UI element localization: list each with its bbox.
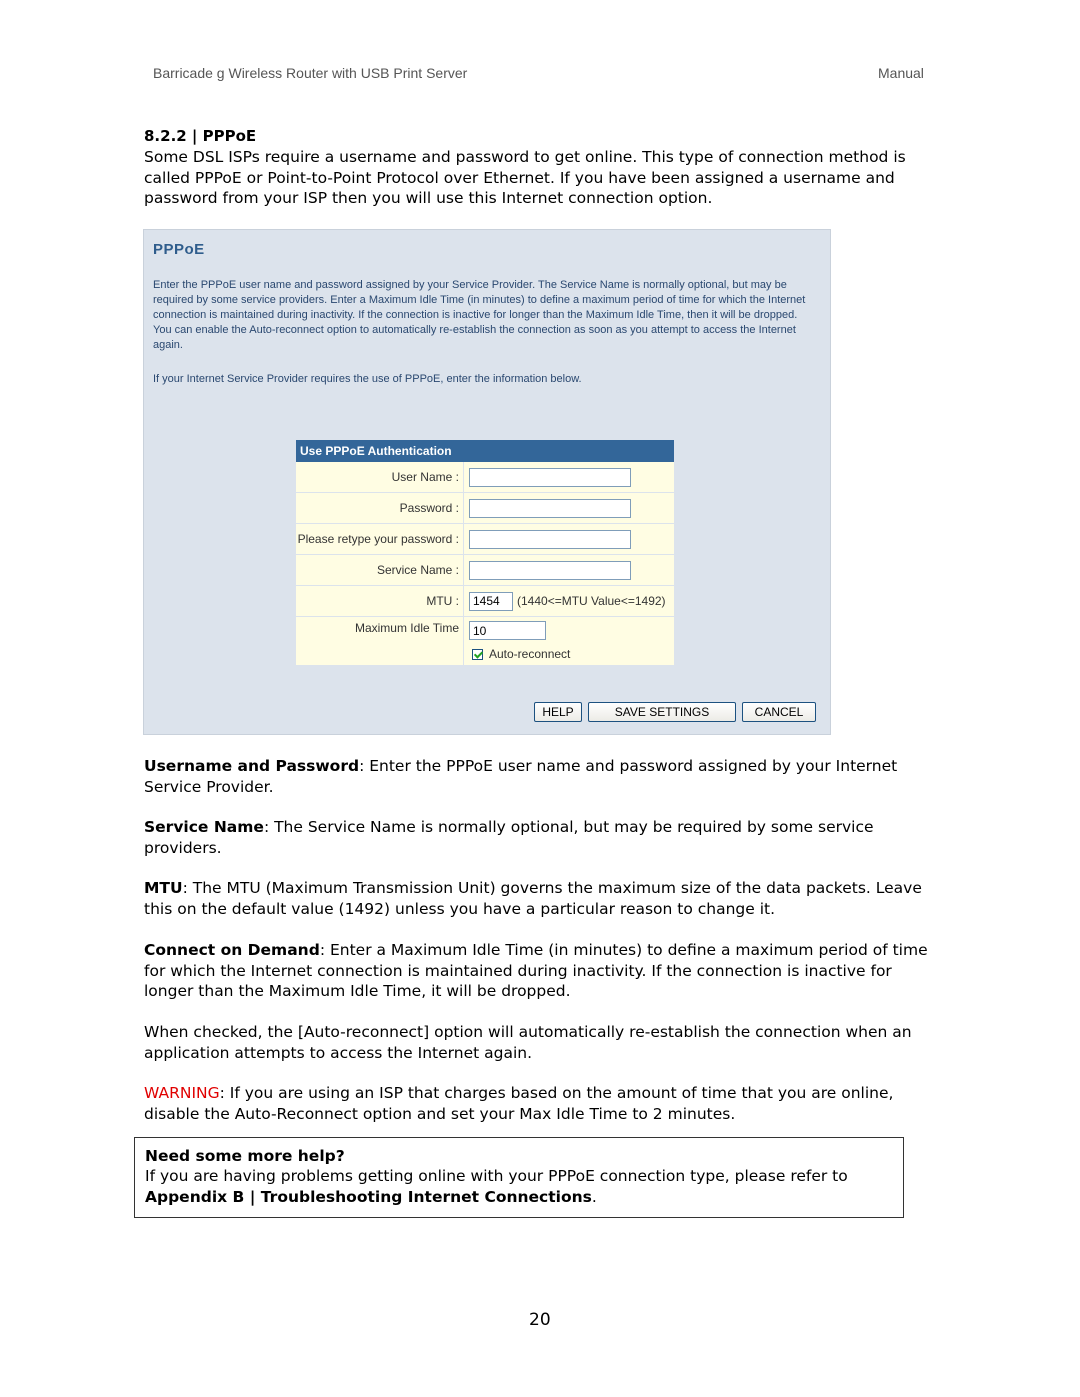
auto-reconnect-option[interactable]: Auto-reconnect [472,647,570,661]
running-header-title: Barricade g Wireless Router with USB Pri… [153,65,468,81]
appendix-link[interactable]: Appendix B | Troubleshooting Internet Co… [145,1188,592,1206]
cancel-button[interactable]: CANCEL [742,702,816,722]
password-row: Password : [296,493,674,524]
help-box-text: If you are having problems getting onlin… [145,1167,848,1185]
panel-description: Enter the PPPoE user name and password a… [153,279,806,351]
save-settings-button[interactable]: SAVE SETTINGS [588,702,736,722]
warning-label: WARNING [144,1084,220,1102]
idle-time-input[interactable] [469,621,546,640]
desc-term: MTU [144,879,183,897]
help-box-title: Need some more help? [145,1147,345,1165]
password-input[interactable] [469,498,631,518]
mtu-label: MTU : [296,586,464,616]
warning-text: : If you are using an ISP that charges b… [144,1084,894,1123]
desc-mtu: MTU: The MTU (Maximum Transmission Unit)… [144,878,944,919]
pppoe-settings-screenshot: PPPoE Enter the PPPoE user name and pass… [143,229,831,735]
help-box-reference: Appendix B | Troubleshooting Internet Co… [145,1188,597,1206]
desc-username-password: Username and Password: Enter the PPPoE u… [144,756,904,797]
auto-reconnect-checkbox[interactable] [472,648,483,660]
pppoe-auth-form: Use PPPoE Authentication User Name : Pas… [296,440,674,666]
desc-term: Username and Password [144,757,360,775]
panel-note: If your Internet Service Provider requir… [153,373,582,385]
user-name-input[interactable] [469,467,631,487]
retype-password-input[interactable] [469,529,631,549]
section-intro: Some DSL ISPs require a username and pas… [144,148,906,207]
mtu-input[interactable] [469,591,513,611]
retype-password-label: Please retype your password : [296,524,464,554]
help-box: Need some more help? If you are having p… [134,1137,904,1218]
service-name-label: Service Name : [296,555,464,585]
panel-title: PPPoE [153,241,205,258]
form-buttons: HELP SAVE SETTINGS CANCEL [534,702,816,722]
form-heading: Use PPPoE Authentication [296,440,674,462]
warning-paragraph: WARNING: If you are using an ISP that ch… [144,1083,934,1124]
mtu-range-hint: (1440<=MTU Value<=1492) [517,594,666,608]
user-name-label: User Name : [296,462,464,492]
idle-time-row: Maximum Idle Time Auto-reconnect [296,617,674,666]
auto-reconnect-label: Auto-reconnect [489,647,571,661]
desc-text: : The MTU (Maximum Transmission Unit) go… [144,879,922,918]
help-button[interactable]: HELP [534,702,582,722]
link-suffix: . [591,1188,597,1206]
retype-password-row: Please retype your password : [296,524,674,555]
section-title: 8.2.2 | PPPoE [144,127,257,145]
mtu-row: MTU : (1440<=MTU Value<=1492) [296,586,674,617]
user-name-row: User Name : [296,462,674,493]
running-header-doc-type: Manual [878,65,924,81]
desc-service-name: Service Name: The Service Name is normal… [144,817,904,858]
service-name-input[interactable] [469,560,631,580]
password-label: Password : [296,493,464,523]
desc-term: Service Name [144,818,264,836]
desc-connect-on-demand: Connect on Demand: Enter a Maximum Idle … [144,940,944,1002]
idle-time-label: Maximum Idle Time [296,617,464,665]
auto-reconnect-paragraph: When checked, the [Auto-reconnect] optio… [144,1023,912,1062]
page-number: 20 [529,1310,551,1330]
service-name-row: Service Name : [296,555,674,586]
desc-term: Connect on Demand [144,941,320,959]
